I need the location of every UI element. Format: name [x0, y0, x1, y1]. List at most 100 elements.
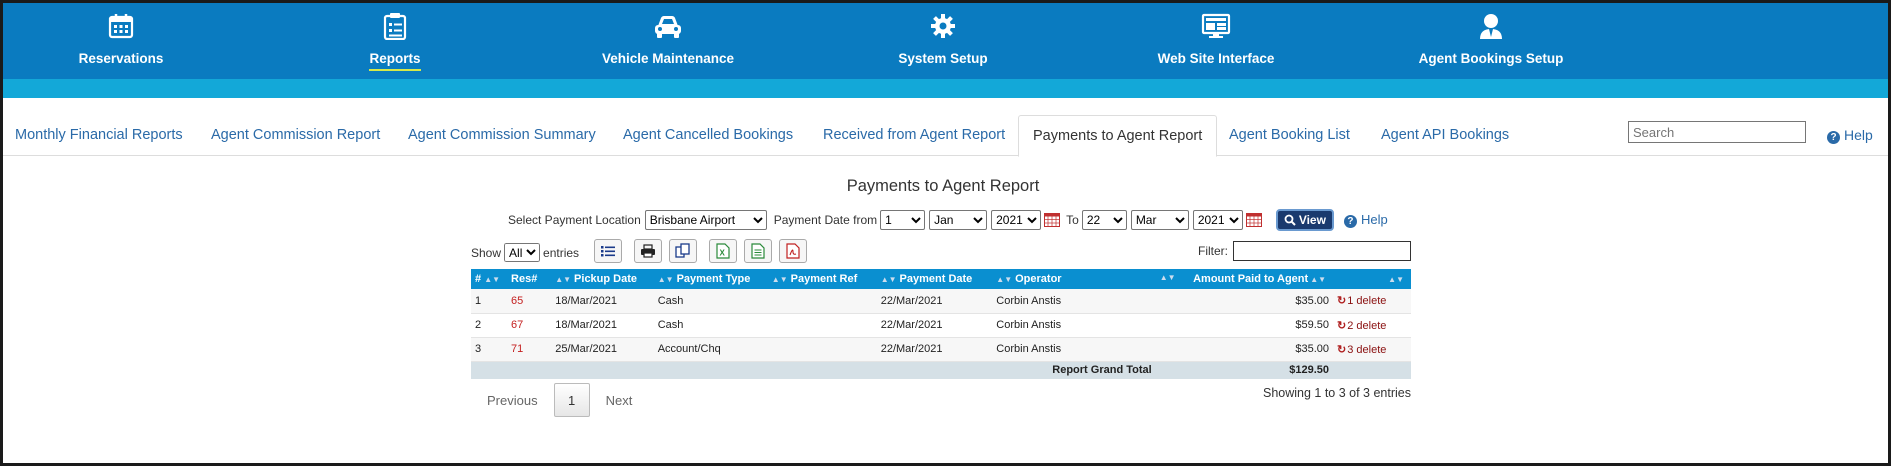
tab-agent-cancelled-bookings[interactable]: Agent Cancelled Bookings: [623, 115, 793, 156]
view-label: View: [1298, 213, 1326, 227]
tab-agent-commission-report[interactable]: Agent Commission Report: [211, 115, 380, 156]
cell-payment-ref: [767, 313, 877, 338]
help-icon: ?: [1827, 131, 1840, 144]
report-help-link[interactable]: ? Help: [1343, 212, 1388, 228]
col-header-operator[interactable]: ▲▼ Operator: [992, 269, 1156, 289]
col-header-res[interactable]: Res#: [507, 269, 552, 289]
total-row: Report Grand Total $129.50: [471, 361, 1411, 379]
total-label: Report Grand Total: [992, 361, 1156, 379]
cell-res-link[interactable]: 65: [507, 289, 552, 314]
cell-pickup-date: 18/Mar/2021: [551, 313, 654, 338]
from-month-select[interactable]: Jan: [929, 210, 988, 230]
cell-amount: $35.00: [1155, 289, 1334, 314]
view-button[interactable]: View: [1275, 209, 1334, 231]
to-day-select[interactable]: 22: [1081, 210, 1127, 230]
cell-payment-type: Account/Chq: [653, 337, 768, 362]
cell-number: 3: [471, 337, 508, 362]
tab-received-from-agent-report[interactable]: Received from Agent Report: [823, 115, 1005, 156]
cell-operator: Corbin Anstis: [992, 289, 1156, 314]
nav-system-setup[interactable]: System Setup: [843, 11, 1043, 69]
to-month-select[interactable]: Mar: [1130, 210, 1189, 230]
search-input[interactable]: [1628, 121, 1806, 143]
report-tabs: Monthly Financial Reports Agent Commissi…: [3, 115, 1888, 157]
delete-link[interactable]: ↻3 delete: [1333, 337, 1411, 362]
from-day-select[interactable]: 1: [880, 210, 926, 230]
previous-button[interactable]: Previous: [471, 393, 554, 408]
entries-select[interactable]: All: [504, 243, 541, 262]
delete-link[interactable]: ↻1 delete: [1333, 289, 1411, 314]
to-calendar-icon[interactable]: [1245, 213, 1262, 227]
location-select[interactable]: Brisbane Airport: [644, 210, 767, 230]
filter-label: Filter:: [1198, 244, 1228, 258]
list-icon[interactable]: [594, 239, 622, 263]
print-icon[interactable]: [634, 239, 662, 263]
to-year-select[interactable]: 2021: [1192, 210, 1243, 230]
sort-icon: ▲▼: [996, 275, 1013, 284]
copy-icon[interactable]: [669, 239, 697, 263]
report-help-label: Help: [1360, 212, 1388, 227]
col-header-payment-date[interactable]: ▲▼ Payment Date: [876, 269, 993, 289]
table-row: 3 71 25/Mar/2021 Account/Chq 22/Mar/2021…: [471, 337, 1411, 362]
location-label: Select Payment Location: [508, 213, 641, 227]
col-header-amount[interactable]: ▲▼ Amount Paid to Agent ▲▼: [1155, 269, 1334, 289]
tab-monthly-financial-reports[interactable]: Monthly Financial Reports: [15, 115, 183, 156]
clipboard-icon: [295, 11, 495, 41]
cell-payment-date: 22/Mar/2021: [876, 313, 993, 338]
cell-payment-date: 22/Mar/2021: [876, 289, 993, 314]
help-label: Help: [1844, 127, 1873, 143]
col-header-number[interactable]: # ▲▼: [471, 269, 508, 289]
refresh-icon: ↻: [1337, 343, 1347, 356]
sort-icon: ▲▼: [1159, 273, 1176, 282]
tab-payments-to-agent-report[interactable]: Payments to Agent Report: [1018, 115, 1218, 157]
from-year-select[interactable]: 2021: [991, 210, 1042, 230]
nav-vehicle-maintenance[interactable]: Vehicle Maintenance: [568, 11, 768, 69]
col-header-pickup-date[interactable]: ▲▼ Pickup Date: [551, 269, 654, 289]
col-header-payment-type[interactable]: ▲▼ Payment Type: [653, 269, 768, 289]
calendar-icon: [21, 11, 221, 41]
delete-link[interactable]: ↻2 delete: [1333, 313, 1411, 338]
sort-icon: ▲▼: [1388, 275, 1404, 284]
nav-label: Agent Bookings Setup: [1418, 51, 1564, 66]
from-calendar-icon[interactable]: [1044, 213, 1061, 227]
cell-payment-ref: [767, 289, 877, 314]
pdf-icon[interactable]: [779, 239, 807, 263]
cell-payment-ref: [767, 337, 877, 362]
tab-agent-booking-list[interactable]: Agent Booking List: [1229, 115, 1350, 156]
cell-res-link[interactable]: 71: [507, 337, 552, 362]
agent-icon: [1391, 11, 1591, 41]
cell-res-link[interactable]: 67: [507, 313, 552, 338]
nav-reservations[interactable]: Reservations: [21, 11, 221, 69]
help-link[interactable]: ? Help: [1827, 115, 1873, 155]
nav-label: Reservations: [78, 51, 164, 66]
table-header-row: # ▲▼ Res# ▲▼ Pickup Date ▲▼ Payment Type ▲…: [471, 269, 1411, 289]
excel-icon[interactable]: X: [709, 239, 737, 263]
page-1-button[interactable]: 1: [553, 383, 590, 417]
report-title: Payments to Agent Report: [846, 177, 1040, 195]
col-header-actions[interactable]: ▲▼: [1333, 269, 1411, 289]
refresh-icon: ↻: [1337, 295, 1347, 308]
next-button[interactable]: Next: [590, 393, 649, 408]
report-filters: Select Payment Location Brisbane Airport…: [508, 209, 1388, 231]
cell-number: 2: [471, 313, 508, 338]
filter-input[interactable]: [1233, 241, 1411, 261]
app-frame: Reservations Reports Vehicle Maintenance…: [0, 0, 1891, 466]
cell-payment-type: Cash: [653, 289, 768, 314]
csv-icon[interactable]: [744, 239, 772, 263]
cell-number: 1: [471, 289, 508, 314]
col-header-payment-ref[interactable]: ▲▼ Payment Ref: [767, 269, 877, 289]
car-icon: [568, 11, 768, 41]
tab-agent-commission-summary[interactable]: Agent Commission Summary: [408, 115, 596, 156]
cell-operator: Corbin Anstis: [992, 337, 1156, 362]
top-nav: Reservations Reports Vehicle Maintenance…: [3, 3, 1888, 79]
nav-web-site-interface[interactable]: Web Site Interface: [1116, 11, 1316, 69]
gear-icon: [843, 11, 1043, 41]
nav-reports[interactable]: Reports: [295, 11, 495, 71]
sort-icon: ▲▼: [555, 275, 572, 284]
cell-operator: Corbin Anstis: [992, 313, 1156, 338]
nav-agent-bookings-setup[interactable]: Agent Bookings Setup: [1391, 11, 1591, 69]
cell-payment-type: Cash: [653, 313, 768, 338]
nav-label: Vehicle Maintenance: [601, 51, 735, 66]
cell-pickup-date: 25/Mar/2021: [551, 337, 654, 362]
tab-agent-api-bookings[interactable]: Agent API Bookings: [1381, 115, 1509, 156]
cell-amount: $59.50: [1155, 313, 1334, 338]
